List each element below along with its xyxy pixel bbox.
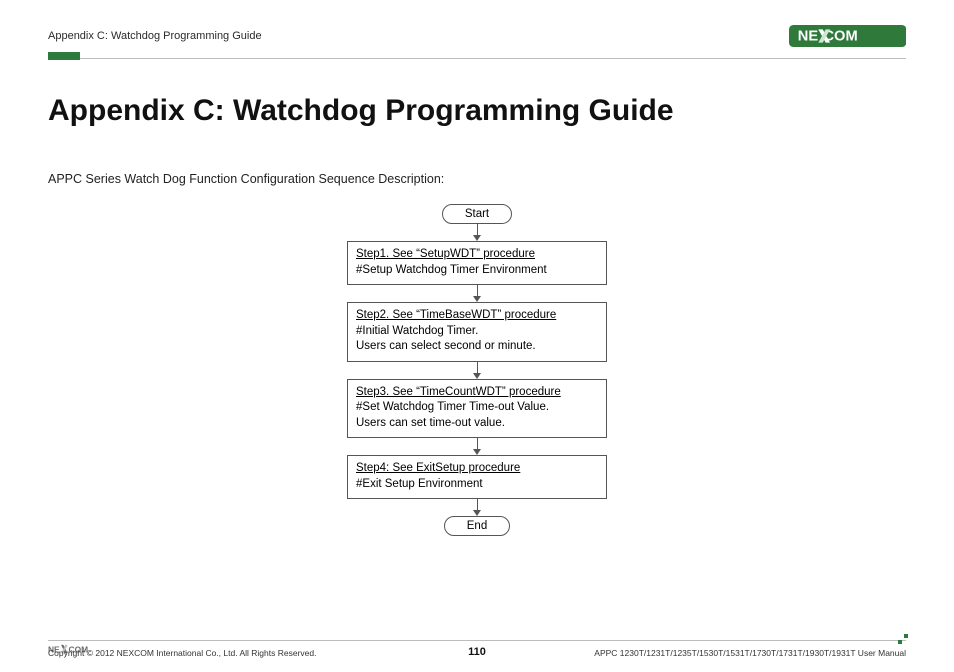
- header-breadcrumb: Appendix C: Watchdog Programming Guide: [48, 30, 262, 42]
- header-accent-tab: [48, 52, 80, 60]
- flow-step-body: #Exit Setup Environment: [356, 477, 598, 493]
- flow-step-link: Step2. See “TimeBaseWDT” procedure: [356, 308, 598, 324]
- footer-rule: [48, 638, 906, 641]
- footer-accent-icon: [898, 634, 908, 644]
- document-page: Appendix C: Watchdog Programming Guide N…: [0, 0, 954, 672]
- flow-step-body: #Set Watchdog Timer Time-out Value.Users…: [356, 400, 598, 431]
- svg-text:NE: NE: [797, 28, 818, 44]
- nexcom-logo-icon: NE COM: [789, 25, 906, 47]
- flow-arrow: [473, 285, 481, 302]
- flow-step-link: Step1. See “SetupWDT” procedure: [356, 247, 598, 263]
- brand-logo: NE COM: [789, 25, 906, 47]
- flow-arrow: [473, 438, 481, 455]
- flow-arrow: [473, 224, 481, 241]
- flow-step-1: Step1. See “SetupWDT” procedure #Setup W…: [347, 241, 607, 285]
- intro-text: APPC Series Watch Dog Function Configura…: [48, 172, 906, 186]
- flow-step-3: Step3. See “TimeCountWDT” procedure #Set…: [347, 379, 607, 439]
- flow-step-link: Step3. See “TimeCountWDT” procedure: [356, 385, 598, 401]
- flow-step-2: Step2. See “TimeBaseWDT” procedure #Init…: [347, 302, 607, 362]
- footer-doc-ref: APPC 1230T/1231T/1235T/1530T/1531T/1730T…: [594, 648, 906, 658]
- page-header: Appendix C: Watchdog Programming Guide N…: [48, 24, 906, 48]
- flowchart: Start Step1. See “SetupWDT” procedure #S…: [337, 204, 617, 536]
- flow-step-link: Step4: See ExitSetup procedure: [356, 461, 598, 477]
- page-footer: NE COM APPC 1230T/1231T/1235T/1530T/1531…: [48, 638, 906, 658]
- flow-step-4: Step4: See ExitSetup procedure #Exit Set…: [347, 455, 607, 499]
- flow-start-node: Start: [442, 204, 512, 224]
- flow-step-body: #Setup Watchdog Timer Environment: [356, 263, 598, 279]
- flow-arrow: [473, 362, 481, 379]
- header-rule: [48, 52, 906, 60]
- flow-arrow: [473, 499, 481, 516]
- flow-step-body: #Initial Watchdog Timer. Users can selec…: [356, 324, 598, 355]
- footer-page-number: 110: [468, 646, 486, 658]
- flow-end-node: End: [444, 516, 510, 536]
- page-title: Appendix C: Watchdog Programming Guide: [48, 94, 906, 128]
